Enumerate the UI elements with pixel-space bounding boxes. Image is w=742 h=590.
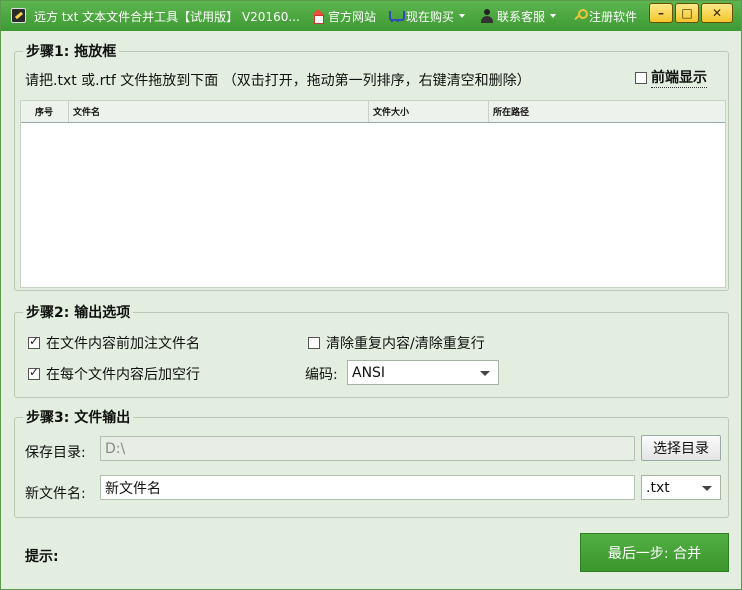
- save-dir-field: D:\: [100, 436, 635, 461]
- topmost-label: 前端显示: [651, 67, 707, 88]
- step3-group: 步骤3: 文件输出 保存目录: D:\ 选择目录 新文件名: 新文件名 .txt: [14, 407, 729, 518]
- maximize-button[interactable]: □: [675, 3, 699, 23]
- chevron-down-icon: [550, 14, 557, 18]
- save-dir-value: D:\: [105, 440, 126, 457]
- main-window: 远方 txt 文本文件合并工具【试用版】 V20160... 官方网站 现在购买…: [0, 0, 742, 590]
- add-filename-label: 在文件内容前加注文件名: [46, 336, 200, 352]
- official-website-link[interactable]: 官方网站: [311, 7, 376, 25]
- remove-duplicate-label: 清除重复内容/清除重复行: [326, 336, 485, 352]
- topmost-checkbox[interactable]: [635, 71, 647, 84]
- chevron-down-icon: [702, 486, 712, 491]
- register-software-label: 注册软件: [589, 9, 638, 24]
- extension-select[interactable]: .txt: [641, 475, 721, 500]
- step3-title: 步骤3: 文件输出: [23, 407, 134, 427]
- new-filename-label: 新文件名:: [25, 486, 86, 502]
- column-header-path[interactable]: 所在路径: [489, 101, 725, 122]
- cart-icon: [389, 9, 405, 23]
- chevron-down-icon: [459, 14, 466, 18]
- step1-group: 步骤1: 拖放框 请把.txt 或.rtf 文件拖放到下面 （双击打开，拖动第一…: [14, 41, 729, 291]
- topmost-toggle[interactable]: 前端显示: [635, 67, 707, 88]
- add-blankline-option[interactable]: 在每个文件内容后加空行: [28, 364, 200, 384]
- hint-label: 提示:: [25, 549, 59, 565]
- window-title: 远方 txt 文本文件合并工具【试用版】 V20160...: [34, 10, 300, 24]
- step2-title: 步骤2: 输出选项: [23, 302, 134, 322]
- drop-hint: 请把.txt 或.rtf 文件拖放到下面 （双击打开，拖动第一列排序，右键清空和…: [25, 73, 531, 89]
- home-icon: [311, 9, 325, 24]
- table-header: 序号 文件名 文件大小 所在路径: [21, 101, 725, 123]
- add-blankline-checkbox[interactable]: [28, 365, 40, 380]
- column-header-filesize[interactable]: 文件大小: [369, 101, 489, 122]
- new-filename-input[interactable]: 新文件名: [100, 475, 635, 500]
- title-bar: 远方 txt 文本文件合并工具【试用版】 V20160... 官方网站 现在购买…: [1, 1, 741, 31]
- chevron-down-icon: [480, 371, 490, 376]
- step2-group: 步骤2: 输出选项 在文件内容前加注文件名 在每个文件内容后加空行 清除重复内容…: [14, 302, 729, 398]
- remove-duplicate-option[interactable]: 清除重复内容/清除重复行: [308, 333, 485, 353]
- close-button[interactable]: ✕: [701, 3, 733, 23]
- encoding-value: ANSI: [352, 364, 386, 381]
- app-icon: [11, 8, 26, 23]
- contact-support-label: 联系客服: [497, 9, 546, 24]
- key-icon: [572, 9, 588, 23]
- official-website-label: 官方网站: [328, 9, 377, 24]
- new-filename-value: 新文件名: [105, 480, 161, 497]
- buy-now-label: 现在购买: [406, 9, 455, 24]
- add-filename-option[interactable]: 在文件内容前加注文件名: [28, 333, 200, 353]
- contact-support-menu[interactable]: 联系客服: [480, 7, 557, 25]
- choose-directory-button[interactable]: 选择目录: [641, 435, 721, 461]
- save-dir-label: 保存目录:: [25, 445, 86, 461]
- support-person-icon: [480, 9, 494, 23]
- remove-duplicate-checkbox[interactable]: [308, 337, 320, 349]
- add-filename-checkbox[interactable]: [28, 334, 40, 349]
- add-blankline-label: 在每个文件内容后加空行: [46, 367, 200, 383]
- buy-now-menu[interactable]: 现在购买: [389, 7, 466, 25]
- extension-value: .txt: [646, 479, 670, 496]
- encoding-select[interactable]: ANSI: [347, 360, 499, 385]
- encoding-label: 编码:: [305, 367, 338, 383]
- minimize-button[interactable]: –: [649, 3, 673, 23]
- register-software-link[interactable]: 注册软件: [572, 7, 637, 25]
- column-header-filename[interactable]: 文件名: [69, 101, 369, 122]
- file-drop-table[interactable]: 序号 文件名 文件大小 所在路径: [20, 100, 726, 288]
- merge-button[interactable]: 最后一步: 合并: [580, 533, 729, 572]
- step1-title: 步骤1: 拖放框: [23, 41, 120, 61]
- column-header-index[interactable]: 序号: [21, 101, 69, 122]
